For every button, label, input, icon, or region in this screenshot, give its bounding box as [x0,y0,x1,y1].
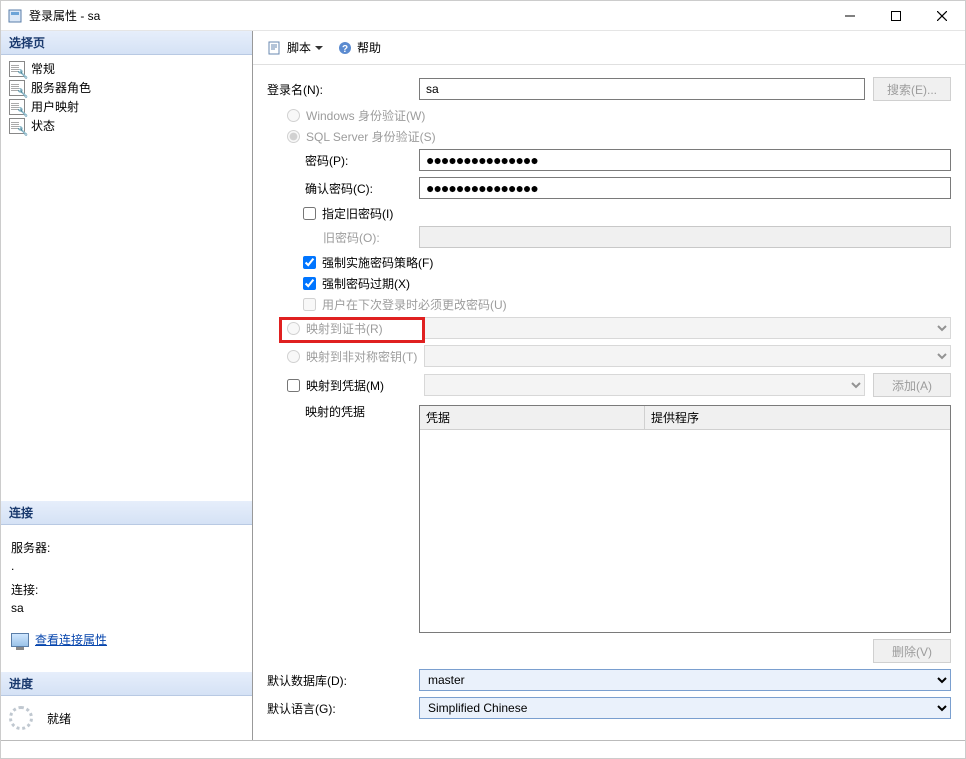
enforce-password-policy-checkbox[interactable] [303,256,316,269]
enforce-password-policy-label: 强制实施密码策略(F) [322,254,433,271]
specify-old-password-checkbox[interactable] [303,207,316,220]
mapped-credentials-label: 映射的凭据 [267,403,419,420]
nav-item-label: 常规 [31,60,55,77]
col-credential: 凭据 [420,406,645,429]
server-label: 服务器: [11,539,242,556]
must-change-password-label: 用户在下次登录时必须更改密码(U) [322,296,507,313]
default-database-select[interactable]: master [419,669,951,691]
progress-status: 就绪 [47,710,71,727]
login-name-input[interactable] [419,78,865,100]
remove-button: 删除(V) [873,639,951,663]
page-icon [9,99,25,115]
nav-item-status[interactable]: 状态 [7,116,246,135]
map-to-asym-label: 映射到非对称密钥(T) [306,348,424,365]
map-to-credential-checkbox[interactable] [287,379,300,392]
map-to-cert-select [424,317,951,339]
map-to-cert-label: 映射到证书(R) [306,320,424,337]
window-title: 登录属性 - sa [29,7,100,24]
left-pane: 选择页 常规 服务器角色 用户映射 状态 连接 服务器: . 连 [1,31,253,740]
enforce-password-expiration-label: 强制密码过期(X) [322,275,410,292]
maximize-button[interactable] [873,1,919,31]
monitor-icon [11,633,29,647]
bottom-divider [1,740,965,756]
page-icon [9,80,25,96]
help-label: 帮助 [357,39,381,56]
toolbar: 脚本 ? 帮助 [253,31,965,65]
nav-list: 常规 服务器角色 用户映射 状态 [1,55,252,139]
confirm-password-input[interactable]: ●●●●●●●●●●●●●●● [419,177,951,199]
login-name-label: 登录名(N): [267,81,419,98]
search-button: 搜索(E)... [873,77,951,101]
default-database-label: 默认数据库(D): [267,672,419,689]
windows-auth-label: Windows 身份验证(W) [306,107,425,124]
right-pane: 脚本 ? 帮助 登录名(N): 搜索(E)... Windows 身份验证(W) [253,31,965,740]
old-password-label: 旧密码(O): [267,229,419,246]
old-password-input [419,226,951,248]
connection-panel: 服务器: . 连接: sa 查看连接属性 [1,525,252,658]
page-icon [9,118,25,134]
col-provider: 提供程序 [645,406,950,429]
script-label: 脚本 [287,39,311,56]
map-to-asym-radio [287,350,300,363]
titlebar: 登录属性 - sa [1,1,965,31]
view-connection-properties-link[interactable]: 查看连接属性 [35,631,107,648]
form-area: 登录名(N): 搜索(E)... Windows 身份验证(W) SQL Ser… [253,65,965,740]
progress-panel: 就绪 [1,696,252,740]
specify-old-password-label: 指定旧密码(I) [322,205,393,222]
nav-item-label: 状态 [31,117,55,134]
nav-item-server-roles[interactable]: 服务器角色 [7,78,246,97]
help-icon: ? [337,40,353,56]
server-value: . [11,559,242,573]
map-to-credential-label: 映射到凭据(M) [306,377,424,394]
mapped-credentials-table[interactable]: 凭据 提供程序 [419,405,951,633]
map-to-cert-radio [287,322,300,335]
page-icon [9,61,25,77]
confirm-password-label: 确认密码(C): [267,180,419,197]
svg-text:?: ? [342,44,348,55]
default-language-select[interactable]: Simplified Chinese [419,697,951,719]
windows-auth-radio [287,109,300,122]
help-button[interactable]: ? 帮助 [333,36,385,59]
map-to-asym-select [424,345,951,367]
default-language-label: 默认语言(G): [267,700,419,717]
nav-item-general[interactable]: 常规 [7,59,246,78]
connection-value: sa [11,601,242,615]
connection-header: 连接 [1,501,252,525]
select-page-header: 选择页 [1,31,252,55]
must-change-password-checkbox [303,298,316,311]
script-button[interactable]: 脚本 [263,36,327,59]
password-input[interactable]: ●●●●●●●●●●●●●●● [419,149,951,171]
enforce-password-expiration-checkbox[interactable] [303,277,316,290]
nav-item-user-mapping[interactable]: 用户映射 [7,97,246,116]
add-button: 添加(A) [873,373,951,397]
minimize-button[interactable] [827,1,873,31]
sql-auth-label: SQL Server 身份验证(S) [306,128,436,145]
password-label: 密码(P): [267,152,419,169]
app-icon [7,8,23,24]
nav-item-label: 用户映射 [31,98,79,115]
script-icon [267,40,283,56]
connection-label: 连接: [11,581,242,598]
sql-auth-radio [287,130,300,143]
progress-header: 进度 [1,672,252,696]
chevron-down-icon [315,46,323,50]
nav-item-label: 服务器角色 [31,79,91,96]
spinner-icon [9,706,33,730]
close-button[interactable] [919,1,965,31]
map-to-credential-select [424,374,865,396]
